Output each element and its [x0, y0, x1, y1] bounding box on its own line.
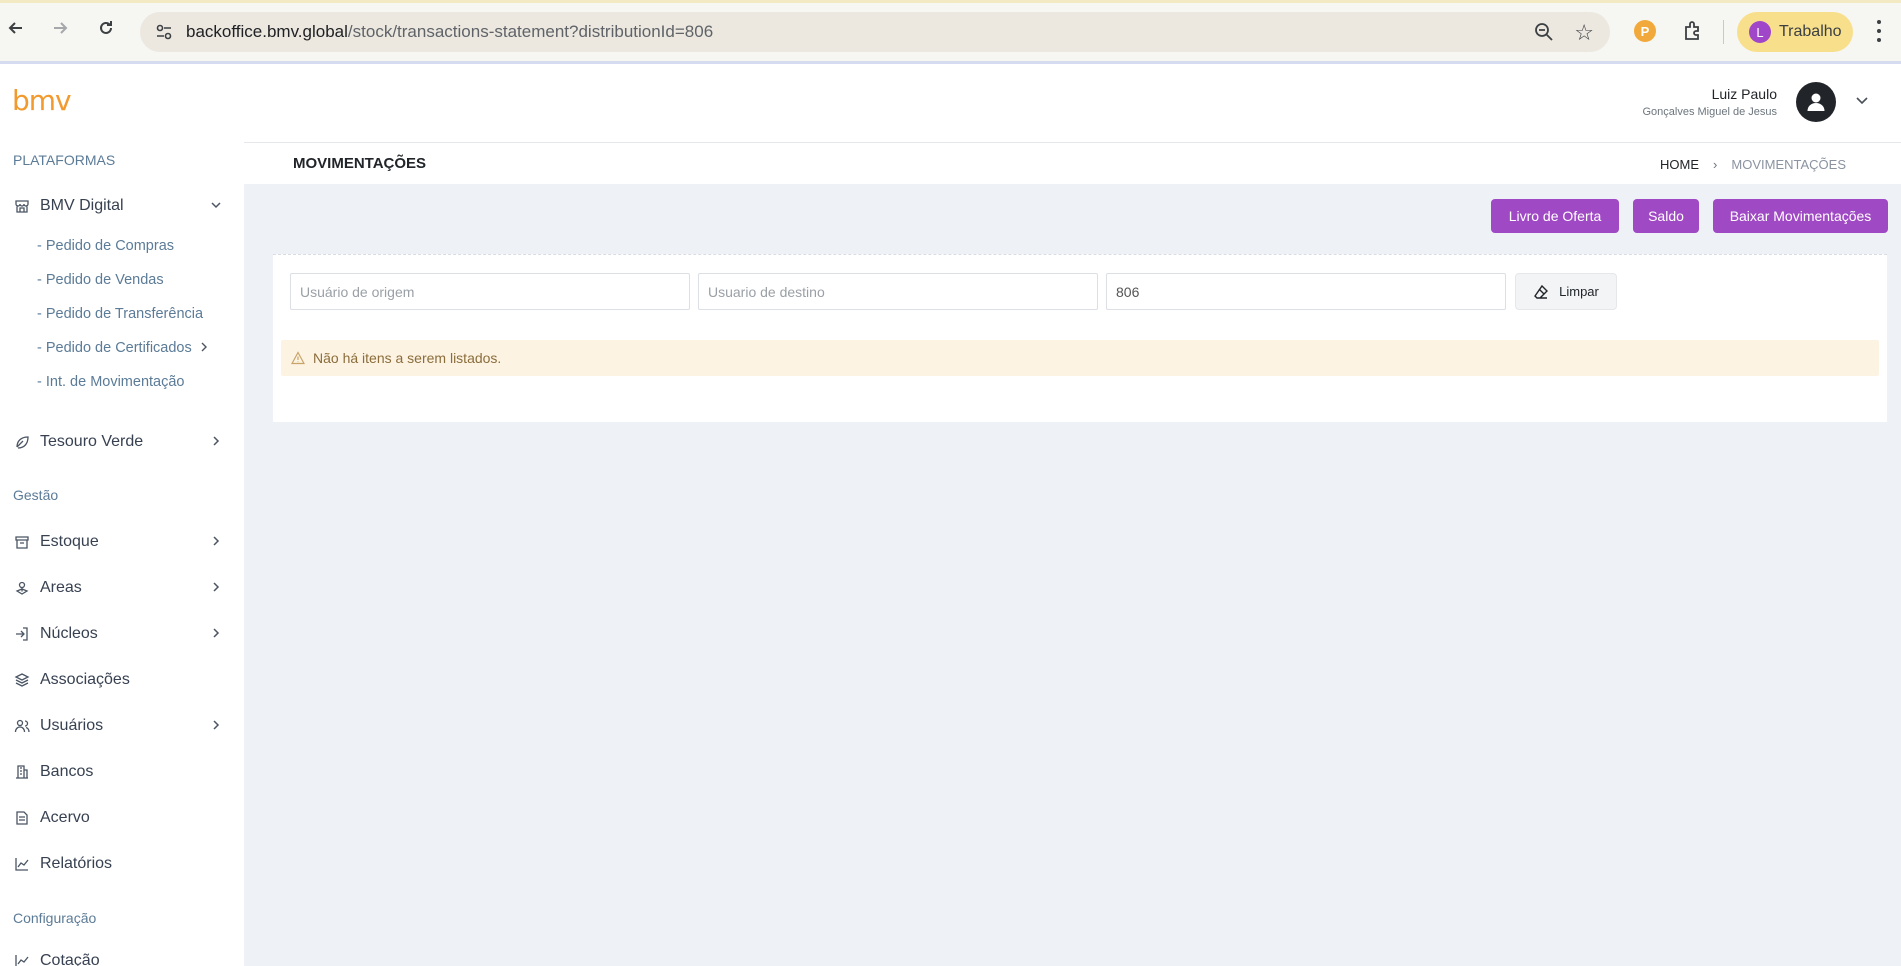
forward-button[interactable] — [48, 16, 72, 40]
sidebar-item-cotacao[interactable]: Cotação — [13, 948, 223, 966]
sidebar-subitem-pedido-transferencia[interactable]: - Pedido de Transferência — [37, 306, 203, 322]
sidebar-item-label: Cotação — [40, 952, 100, 966]
empty-state-alert: Não há itens a serem listados. — [281, 340, 1879, 376]
clear-filters-button[interactable]: Limpar — [1515, 273, 1617, 310]
distribution-id-input[interactable] — [1106, 273, 1506, 310]
sidebar-item-label: Núcleos — [40, 625, 98, 642]
sidebar-item-label: Tesouro Verde — [40, 433, 144, 450]
sidebar-subitem-pedido-vendas[interactable]: - Pedido de Vendas — [37, 272, 164, 288]
user-icon — [1807, 93, 1825, 111]
toolbar-divider — [1723, 20, 1724, 44]
url-path: /stock/transactions-statement?distributi… — [347, 22, 714, 41]
app-header: bmv Luiz Paulo Gonçalves Miguel de Jesus — [0, 64, 1901, 142]
eraser-icon — [1534, 284, 1549, 299]
sidebar-subitem-int-movimentacao[interactable]: - Int. de Movimentação — [37, 374, 185, 390]
arrow-right-icon — [54, 22, 68, 34]
chevron-right-icon — [213, 582, 220, 592]
browser-toolbar: backoffice.bmv.global/stock/transactions… — [0, 0, 1901, 64]
url-host: backoffice.bmv.global — [186, 22, 348, 41]
browser-menu-icon[interactable] — [1872, 18, 1886, 44]
sidebar-subitem-pedido-certificados[interactable]: - Pedido de Certificados — [37, 340, 210, 356]
usuario-destino-input[interactable] — [698, 273, 1098, 310]
building-icon — [13, 763, 31, 781]
tab-strip — [0, 0, 1901, 3]
sidebar-item-tesouro-verde[interactable]: Tesouro Verde — [13, 429, 223, 455]
sidebar-item-usuarios[interactable]: Usuários — [13, 713, 223, 739]
breadcrumb-home[interactable]: HOME — [1660, 157, 1699, 172]
sidebar-item-bancos[interactable]: Bancos — [13, 759, 223, 785]
address-bar[interactable]: backoffice.bmv.global/stock/transactions… — [140, 12, 1610, 52]
filters-card: Limpar Não há itens a serem listados. — [273, 254, 1887, 422]
saldo-button[interactable]: Saldo — [1633, 199, 1699, 233]
reload-icon — [100, 21, 112, 34]
sidebar-item-areas[interactable]: Areas — [13, 575, 223, 601]
users-icon — [13, 717, 31, 735]
line-chart-icon — [13, 952, 31, 966]
sidebar-item-label: Usuários — [40, 717, 104, 734]
sidebar-item-estoque[interactable]: Estoque — [13, 529, 223, 555]
extension-p-icon[interactable]: P — [1634, 20, 1656, 42]
sidebar-item-relatorios[interactable]: Relatórios — [13, 851, 223, 877]
breadcrumb: HOME › MOVIMENTAÇÕES — [1660, 157, 1846, 172]
breadcrumb-separator: › — [1713, 157, 1718, 172]
chevron-down-icon[interactable] — [1854, 92, 1870, 108]
file-text-icon — [13, 809, 31, 827]
page-header: MOVIMENTAÇÕES HOME › MOVIMENTAÇÕES — [244, 142, 1901, 184]
section-gestao: Gestão — [13, 487, 59, 503]
section-configuracao: Configuração — [13, 910, 97, 926]
chevron-right-icon — [213, 536, 220, 546]
log-in-icon — [13, 625, 31, 643]
empty-message: Não há itens a serem listados. — [313, 350, 502, 366]
sidebar-item-label: Estoque — [40, 533, 99, 550]
user-name: Luiz Paulo — [1711, 86, 1777, 102]
map-pin-icon — [13, 579, 31, 597]
avatar[interactable] — [1796, 82, 1836, 122]
store-icon — [13, 197, 31, 215]
chevron-right-icon — [213, 720, 220, 730]
reload-button[interactable] — [94, 16, 118, 40]
chevron-down-icon — [211, 202, 221, 209]
sidebar-item-label: Associações — [40, 671, 130, 688]
url-text[interactable]: backoffice.bmv.global/stock/transactions… — [186, 22, 713, 42]
clear-label: Limpar — [1559, 284, 1599, 299]
archive-icon — [13, 533, 31, 551]
chevron-right-icon — [213, 436, 220, 446]
sidebar-subitem-pedido-compras[interactable]: - Pedido de Compras — [37, 238, 174, 254]
sidebar-item-label: Areas — [40, 579, 82, 596]
livro-oferta-button[interactable]: Livro de Oferta — [1491, 199, 1619, 233]
back-button[interactable] — [4, 16, 28, 40]
arrow-left-icon — [8, 22, 22, 34]
site-settings-icon[interactable] — [154, 22, 174, 42]
profile-avatar: L — [1749, 21, 1771, 43]
profile-label: Trabalho — [1779, 23, 1842, 40]
sidebar-item-label: Acervo — [40, 809, 90, 826]
breadcrumb-current: MOVIMENTAÇÕES — [1731, 157, 1846, 172]
sidebar-item-bmv-digital[interactable]: BMV Digital — [13, 193, 223, 219]
line-chart-icon — [13, 855, 31, 873]
chevron-right-icon — [213, 628, 220, 638]
extensions-puzzle-icon[interactable] — [1681, 19, 1705, 43]
chevron-right-icon — [201, 342, 207, 352]
sidebar-item-label: Relatórios — [40, 855, 113, 872]
profile-button[interactable]: L Trabalho — [1737, 12, 1853, 52]
sidebar-subitem-label: - Pedido de Certificados — [37, 340, 192, 356]
sidebar-item-associacoes[interactable]: Associações — [13, 667, 223, 693]
sidebar-item-acervo[interactable]: Acervo — [13, 805, 223, 831]
sidebar-item-nucleos[interactable]: Núcleos — [13, 621, 223, 647]
warning-icon — [291, 351, 305, 365]
sidebar: PLATAFORMAS BMV Digital - Pedido de Comp… — [0, 142, 244, 966]
sidebar-item-label: Bancos — [40, 763, 94, 780]
main-content: MOVIMENTAÇÕES HOME › MOVIMENTAÇÕES Livro… — [244, 142, 1901, 966]
baixar-movimentacoes-button[interactable]: Baixar Movimentações — [1713, 199, 1888, 233]
page-title: MOVIMENTAÇÕES — [293, 155, 427, 172]
usuario-origem-input[interactable] — [290, 273, 690, 310]
bookmark-star-icon[interactable]: ☆ — [1574, 20, 1594, 46]
leaf-icon — [13, 433, 31, 451]
bmv-logo[interactable]: bmv — [12, 84, 72, 117]
section-plataformas: PLATAFORMAS — [13, 152, 116, 168]
sidebar-item-label: BMV Digital — [40, 197, 124, 214]
user-subtitle: Gonçalves Miguel de Jesus — [1642, 106, 1777, 118]
layers-icon — [13, 671, 31, 689]
zoom-out-icon[interactable] — [1534, 22, 1554, 42]
